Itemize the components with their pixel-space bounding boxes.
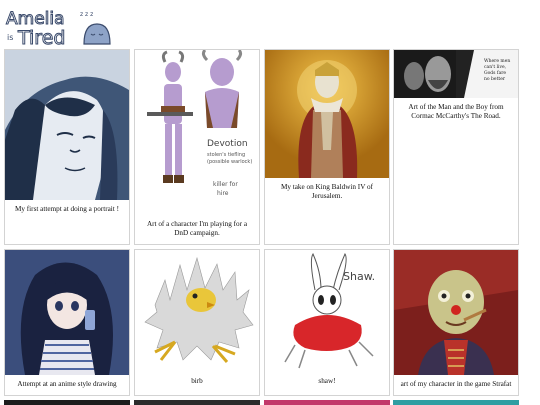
- gallery-card-partial[interactable]: [393, 400, 519, 405]
- artwork-thumbnail[interactable]: Where men can't live, Gods fare no bette…: [394, 50, 518, 98]
- artwork-caption: Art of a character I'm playing for a DnD…: [146, 220, 248, 237]
- logo-name: Amelia: [6, 9, 65, 29]
- artwork-thumbnail[interactable]: Shaw.: [265, 250, 389, 372]
- artwork-caption: art of my character in the game Strafat: [400, 380, 512, 388]
- artwork-caption: shaw!: [318, 377, 336, 385]
- artwork-caption: Attempt at an anime style drawing: [17, 380, 117, 388]
- quote-line: Where men: [484, 58, 510, 64]
- site-logo[interactable]: Amelia is Tired z z z: [4, 4, 134, 50]
- gallery-card-partial[interactable]: [4, 400, 130, 405]
- artwork-thumbnail[interactable]: [5, 50, 129, 200]
- note-line: (possible warlock): [207, 159, 252, 165]
- artwork-thumbnail[interactable]: Devotion stolen's tiefling (possible war…: [135, 50, 259, 215]
- gallery-card-anime[interactable]: Attempt at an anime style drawing: [4, 249, 130, 396]
- gallery-card-king-baldwin[interactable]: My take on King Baldwin IV of Jerusalem.: [264, 49, 390, 245]
- artwork-thumbnail[interactable]: [394, 250, 518, 375]
- artist-signature: Shaw.: [343, 270, 375, 283]
- artwork-caption: My take on King Baldwin IV of Jerusalem.: [280, 183, 374, 200]
- artwork-caption: Art of the Man and the Boy from Cormac M…: [408, 103, 504, 120]
- note-line: killer for: [213, 181, 238, 188]
- quote-line: can't live,: [484, 64, 506, 70]
- gallery-card-dnd-character[interactable]: Devotion stolen's tiefling (possible war…: [134, 49, 260, 245]
- note-line: stolen's tiefling: [207, 152, 245, 158]
- artwork-thumbnail[interactable]: [5, 250, 129, 375]
- gallery-card-partial[interactable]: [264, 400, 390, 405]
- gallery-card-partial[interactable]: [134, 400, 260, 405]
- gallery-card-strafat[interactable]: art of my character in the game Strafat: [393, 249, 519, 396]
- artwork-caption: My first attempt at doing a portrait !: [15, 205, 119, 213]
- logo-tired: Tired: [17, 27, 65, 48]
- quote-line: no better: [484, 76, 506, 82]
- gallery-card-shaw[interactable]: Shaw. shaw!: [264, 249, 390, 396]
- sleepy-blob-icon: [83, 23, 111, 45]
- logo-zzz: z z z: [80, 11, 93, 18]
- logo-is: is: [7, 33, 13, 42]
- artwork-caption: birb: [191, 377, 203, 385]
- quote-line: Gods fare: [484, 70, 506, 76]
- note-line: hire: [217, 190, 229, 197]
- artwork-thumbnail[interactable]: [135, 250, 259, 372]
- gallery-card-portrait[interactable]: My first attempt at doing a portrait !: [4, 49, 130, 245]
- gallery-card-the-road[interactable]: Where men can't live, Gods fare no bette…: [393, 49, 519, 245]
- note-title: Devotion: [207, 139, 248, 149]
- artwork-thumbnail[interactable]: [265, 50, 389, 178]
- gallery-card-birb[interactable]: birb: [134, 249, 260, 396]
